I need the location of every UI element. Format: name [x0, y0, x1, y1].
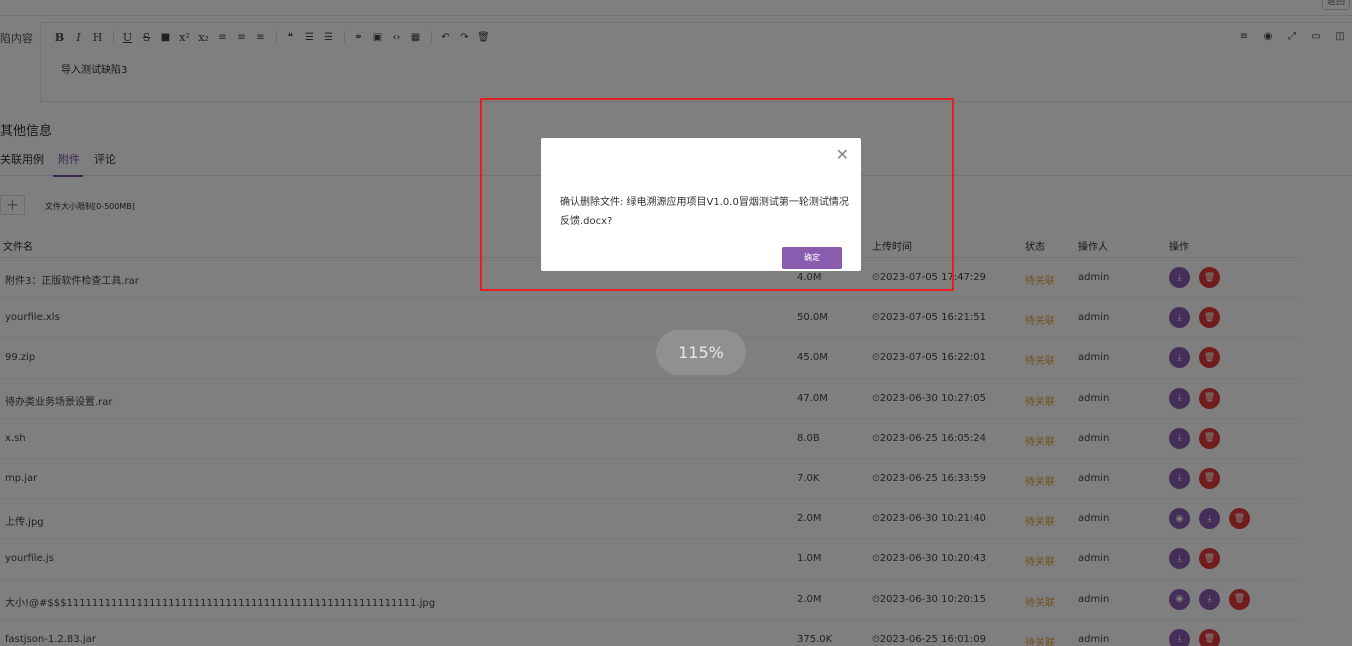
- zoom-indicator: 115%: [656, 330, 746, 375]
- modal-mask[interactable]: [0, 0, 1352, 646]
- annotation-highlight-box: [480, 98, 954, 291]
